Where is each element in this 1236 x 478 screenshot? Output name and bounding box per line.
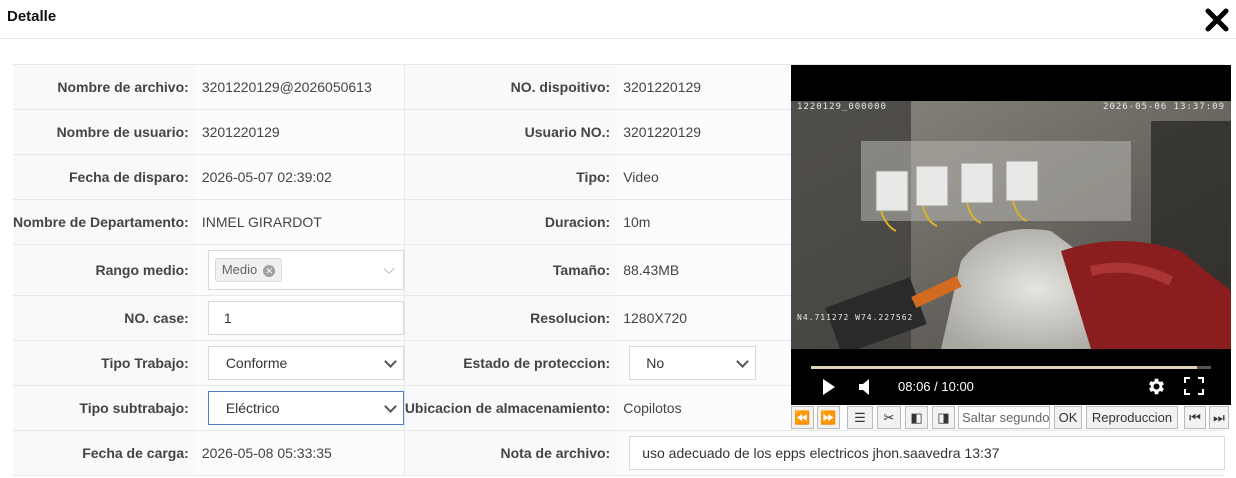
table-row: Fecha de carga: 2026-05-08 05:33:35 Nota…	[13, 430, 1226, 476]
protection-label: Estado de proteccion:	[403, 340, 618, 386]
duration-label: Duracion:	[403, 199, 618, 245]
video-time: 08:06 / 10:00	[898, 379, 974, 394]
case-no-label: NO. case:	[13, 295, 196, 341]
subwork-type-select[interactable]: Eléctrico	[207, 391, 404, 425]
fullscreen-icon[interactable]	[1184, 377, 1204, 395]
storage-label: Ubicacion de almacenamiento:	[403, 385, 618, 431]
first-button[interactable]: ⏮	[1184, 406, 1206, 429]
osd-left: 1220129_000000	[797, 102, 887, 112]
settings-gear-icon[interactable]	[1146, 376, 1167, 397]
video-progress-fill	[811, 366, 1197, 369]
department-label: Nombre de Departamento:	[13, 199, 196, 245]
username-label: Nombre de usuario:	[13, 109, 196, 155]
chevron-down-icon	[383, 262, 395, 275]
prev-frame-icon: ◧	[910, 410, 923, 425]
dialog-title: Detalle	[7, 8, 57, 25]
tag-remove-icon[interactable]: ✕	[263, 265, 276, 277]
video-progress-bar[interactable]	[811, 366, 1211, 369]
skip-start-icon: ⏮	[1189, 410, 1201, 425]
scissors-icon: ✂	[883, 410, 895, 425]
user-no-label: Usuario NO.:	[403, 109, 618, 155]
device-no-label: NO. dispoitivo:	[403, 64, 618, 110]
dialog-header: Detalle	[0, 0, 1236, 39]
volume-icon[interactable]	[858, 378, 872, 396]
range-tag: Medio ✕	[214, 258, 283, 282]
upload-date-label: Fecha de carga:	[13, 430, 196, 476]
video-frame: 1220129_000000 2026-05-06 13:37:09 N4.71…	[791, 101, 1231, 349]
cut-button[interactable]: ✂	[877, 406, 901, 429]
playback-button[interactable]: Reproduccion	[1086, 406, 1178, 429]
chevron-down-icon	[383, 400, 397, 413]
rewind-icon: ⏪	[794, 410, 811, 425]
fast-forward-button[interactable]: ⏩	[817, 406, 840, 429]
prev-frame-button[interactable]: ◧	[905, 406, 928, 429]
file-note-label: Nota de archivo:	[403, 430, 618, 476]
playback-toolbar: ⏪ ⏩ ☰ ✂ ◧ ◨ Saltar segundo OK Reproducci…	[791, 405, 1231, 429]
range-label: Rango medio:	[13, 244, 196, 296]
size-label: Tamaño:	[403, 244, 618, 296]
work-type-label: Tipo Trabajo:	[13, 340, 196, 386]
osd-gps: N4.711272 W74.227562	[797, 313, 914, 322]
osd-timestamp: 2026-05-06 13:37:09	[1103, 102, 1225, 112]
filename-value: 3201220129@2026050613	[195, 64, 405, 110]
close-icon[interactable]	[1204, 7, 1230, 33]
last-button[interactable]: ⏭	[1209, 406, 1229, 429]
next-frame-button[interactable]: ◨	[932, 406, 955, 429]
list-button[interactable]: ☰	[847, 406, 873, 429]
chevron-down-icon	[736, 355, 750, 368]
case-no-input[interactable]: 1	[207, 301, 404, 335]
rewind-button[interactable]: ⏪	[791, 406, 814, 429]
type-label: Tipo:	[403, 154, 618, 200]
chevron-down-icon	[383, 355, 397, 368]
ok-button[interactable]: OK	[1054, 406, 1082, 429]
upload-date-value: 2026-05-08 05:33:35	[195, 430, 405, 476]
video-frame-image	[791, 101, 1231, 349]
skip-end-icon: ⏭	[1213, 410, 1225, 425]
file-note-input[interactable]: uso adecuado de los epps electricos jhon…	[629, 436, 1226, 470]
skip-seconds-input[interactable]: Saltar segundo	[958, 406, 1050, 429]
range-select[interactable]: Medio ✕	[207, 250, 404, 290]
username-value: 3201220129	[195, 109, 405, 155]
video-player[interactable]: 1220129_000000 2026-05-06 13:37:09 N4.71…	[791, 65, 1231, 405]
department-value: INMEL GIRARDOT	[195, 199, 405, 245]
fast-forward-icon: ⏩	[820, 410, 837, 425]
protection-select[interactable]: No	[629, 346, 757, 380]
list-icon: ☰	[854, 410, 866, 425]
next-frame-icon: ◨	[937, 410, 950, 425]
filename-label: Nombre de archivo:	[13, 64, 196, 110]
work-type-select[interactable]: Conforme	[207, 346, 404, 380]
resolution-label: Resolucion:	[403, 295, 618, 341]
trigger-date-label: Fecha de disparo:	[13, 154, 196, 200]
trigger-date-value: 2026-05-07 02:39:02	[195, 154, 405, 200]
play-icon[interactable]	[821, 378, 837, 396]
subwork-type-label: Tipo subtrabajo:	[13, 385, 196, 431]
